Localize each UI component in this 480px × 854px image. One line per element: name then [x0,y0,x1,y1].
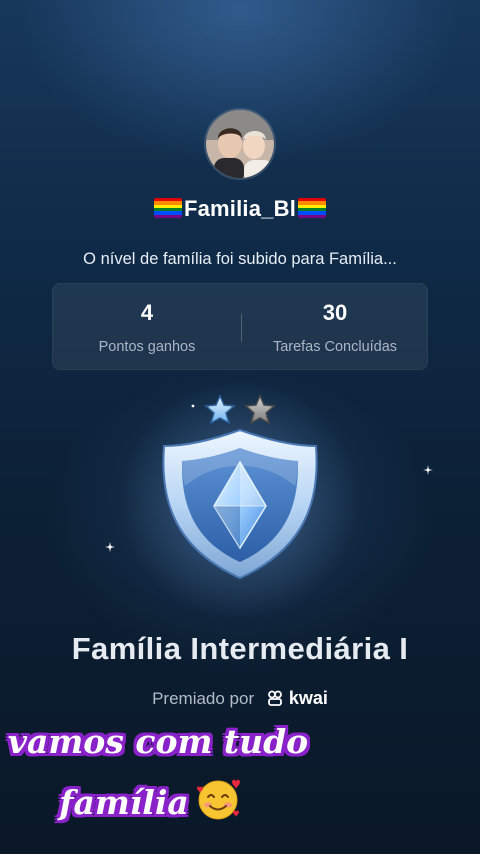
stats-card: 4 Pontos ganhos 30 Tarefas Concluídas [52,283,428,370]
stat-tasks-value: 30 [322,300,348,325]
stat-points: 4 Pontos ganhos [53,284,241,371]
badge-title: Família Intermediária I [71,631,409,666]
profile-username: Familia_Bl [0,196,480,222]
caption-line-2-text: família [59,783,189,822]
kwai-brand: kwai [288,688,328,708]
username-text: Familia_Bl [183,196,297,221]
level-up-screen: Familia_Bl O nível de família foi subido… [0,0,480,854]
kwai-logo-icon [267,690,282,706]
caption-line-2: família [0,776,390,822]
awarded-prefix: Premiado por [152,689,255,708]
stat-points-label: Pontos ganhos [98,339,196,355]
smiling-face-with-hearts-icon [196,779,240,820]
stat-tasks: 30 Tarefas Concluídas [241,284,429,371]
stat-points-value: 4 [140,300,154,325]
rainbow-flag-icon [298,198,327,218]
rainbow-flag-icon [153,198,182,218]
level-up-message: O nível de família foi subido para Famíl… [83,250,397,268]
caption-line-1: vamos com tudo [7,722,309,761]
avatar[interactable] [204,108,276,180]
stat-tasks-label: Tarefas Concluídas [272,339,398,355]
awarded-by: Premiado por kwai [0,688,480,709]
